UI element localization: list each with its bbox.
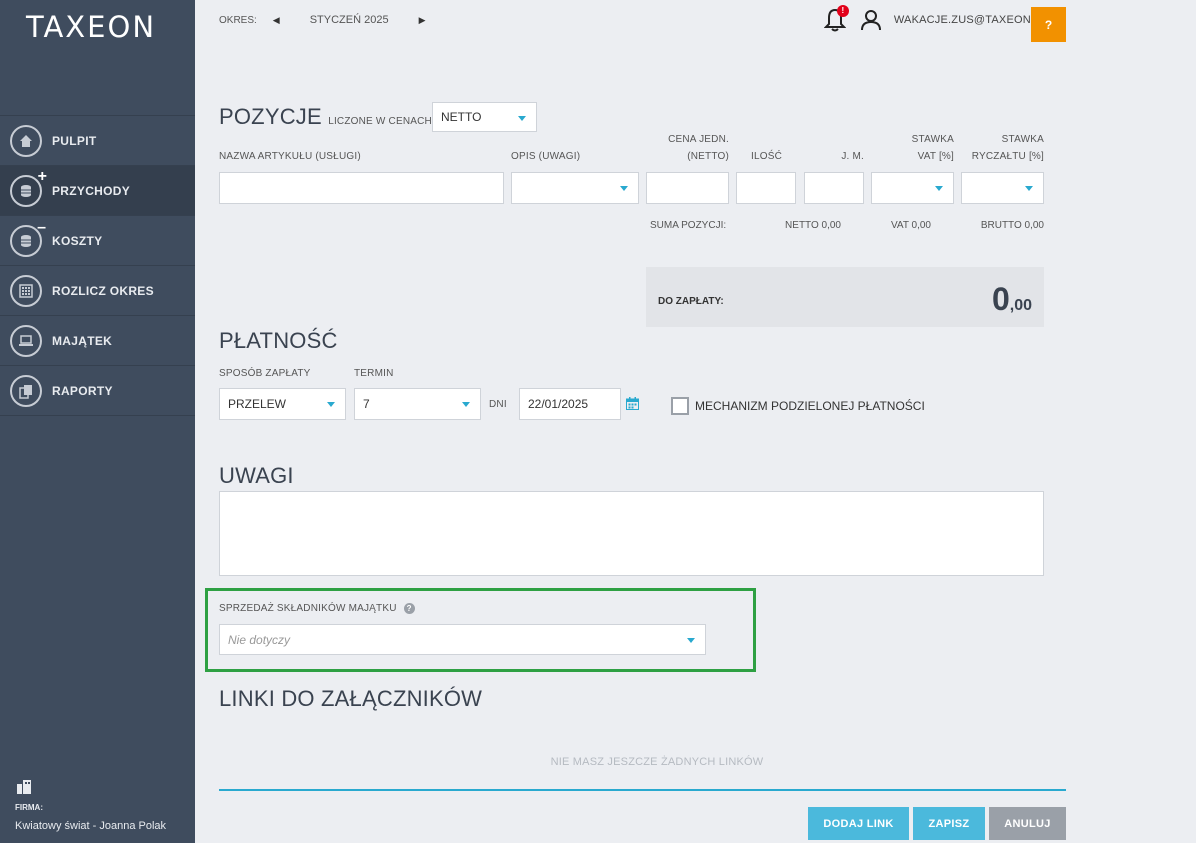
calculator-icon — [10, 274, 42, 307]
reports-icon — [10, 374, 42, 407]
item-desc-select[interactable] — [511, 172, 639, 204]
col-qty-label: ILOŚĆ — [750, 151, 782, 162]
positions-title: POZYCJE — [219, 104, 322, 129]
sum-label: SUMA POZYCJI: — [650, 220, 727, 231]
item-qty-input[interactable] — [736, 172, 796, 204]
payment-method-value: PRZELEW — [228, 397, 287, 411]
payment-term-select[interactable]: 7 — [354, 388, 481, 420]
col-vat-label-2: VAT [%] — [917, 151, 954, 162]
item-unit-input[interactable] — [804, 172, 864, 204]
col-desc-label: OPIS (UWAGI) — [511, 151, 581, 162]
user-icon[interactable] — [860, 9, 882, 31]
sidebar: TAXEON PULPIT + PRZYCHODY – KOSZTY ROZLI… — [0, 0, 195, 843]
firm-name: Kwiatowy świat - Joanna Polak — [15, 820, 167, 832]
coins-plus-icon: + — [10, 168, 47, 207]
app-logo[interactable]: TAXEON — [26, 10, 156, 44]
sidebar-item-label: RAPORTY — [52, 383, 113, 398]
to-pay-amount: 0,00 — [991, 281, 1032, 317]
positions-heading: POZYCJE LICZONE W CENACH — [219, 104, 432, 130]
sum-netto: NETTO 0,00 — [785, 220, 841, 231]
sidebar-item-pulpit[interactable]: PULPIT — [0, 116, 195, 166]
assets-select[interactable]: Nie dotyczy — [219, 624, 706, 655]
calendar-icon[interactable] — [626, 397, 639, 410]
links-title: LINKI DO ZAŁĄCZNIKÓW — [219, 686, 483, 711]
sidebar-item-label: KOSZTY — [52, 233, 103, 248]
period-prev-icon[interactable]: ◀ — [273, 15, 280, 26]
help-icon[interactable]: ? — [403, 603, 415, 614]
home-icon — [10, 124, 42, 157]
price-mode-value: NETTO — [441, 110, 482, 124]
sidebar-item-raporty[interactable]: RAPORTY — [0, 366, 195, 416]
laptop-icon — [10, 324, 42, 357]
notes-title: UWAGI — [219, 463, 294, 488]
notes-textarea[interactable] — [219, 491, 1044, 576]
help-button[interactable]: ? — [1031, 7, 1066, 42]
item-lump-select[interactable] — [961, 172, 1044, 204]
firm-label: FIRMA: — [15, 803, 43, 812]
notification-badge: ! — [836, 5, 849, 17]
col-name-label: NAZWA ARTYKUŁU (USŁUGI) — [219, 151, 361, 162]
sum-vat: VAT 0,00 — [890, 220, 931, 231]
positions-subtitle: LICZONE W CENACH — [328, 116, 432, 127]
split-payment-label[interactable]: MECHANIZM PODZIELONEJ PŁATNOŚCI — [695, 399, 925, 413]
chevron-down-icon — [620, 186, 628, 191]
assets-placeholder: Nie dotyczy — [228, 632, 291, 647]
period-next-icon[interactable]: ▶ — [419, 15, 426, 26]
payment-term-value: 7 — [363, 397, 370, 411]
chevron-down-icon — [687, 638, 695, 643]
building-icon — [15, 778, 166, 799]
col-lump-label-1: STAWKA — [1001, 134, 1044, 145]
notifications-bell-icon[interactable]: ! — [823, 5, 849, 33]
price-mode-select[interactable]: NETTO — [432, 102, 537, 132]
col-price-label-1: CENA JEDN. — [668, 134, 729, 145]
chevron-down-icon — [327, 402, 335, 407]
split-payment-checkbox[interactable] — [671, 397, 689, 415]
add-link-button[interactable]: DODAJ LINK — [808, 807, 909, 840]
item-price-input[interactable] — [646, 172, 729, 204]
col-lump-label-2: RYCZAŁTU [%] — [971, 151, 1044, 162]
save-button[interactable]: ZAPISZ — [913, 807, 985, 840]
coins-minus-icon: – — [10, 219, 46, 257]
days-label: DNI — [489, 399, 507, 410]
cancel-button[interactable]: ANULUJ — [989, 807, 1066, 840]
to-pay-label: DO ZAPŁATY: — [658, 296, 724, 307]
payment-date-input[interactable]: 22/01/2025 — [519, 388, 621, 420]
sidebar-item-label: ROZLICZ OKRES — [52, 283, 154, 298]
sidebar-item-przychody[interactable]: + PRZYCHODY — [0, 166, 195, 216]
sidebar-item-label: PRZYCHODY — [52, 183, 131, 198]
period-selector: OKRES: ◀ STYCZEŃ 2025 ▶ — [219, 14, 426, 26]
assets-label-text: SPRZEDAŻ SKŁADNIKÓW MAJĄTKU — [219, 603, 397, 615]
payment-method-label: SPOSÓB ZAPŁATY — [219, 368, 311, 379]
user-bar: ! WAKACJE.ZUS@TAXEON.PL — [823, 5, 1066, 33]
item-name-input[interactable] — [219, 172, 504, 204]
chevron-down-icon — [518, 116, 526, 121]
period-label: OKRES: — [219, 14, 257, 26]
sidebar-item-majatek[interactable]: MAJĄTEK — [0, 316, 195, 366]
col-unit-label: J. M. — [841, 151, 864, 162]
col-vat-label-1: STAWKA — [911, 134, 954, 145]
no-links-message: NIE MASZ JESZCZE ŻADNYCH LINKÓW — [550, 756, 764, 768]
sidebar-item-label: PULPIT — [52, 133, 97, 148]
payment-title: PŁATNOŚĆ — [219, 328, 338, 353]
payment-method-select[interactable]: PRZELEW — [219, 388, 346, 420]
links-divider — [219, 789, 1066, 791]
col-price-label-2: (NETTO) — [687, 151, 729, 162]
sum-brutto: BRUTTO 0,00 — [980, 220, 1044, 231]
sidebar-item-label: MAJĄTEK — [52, 333, 113, 348]
sidebar-nav: PULPIT + PRZYCHODY – KOSZTY ROZLICZ OKRE… — [0, 115, 195, 416]
item-vat-select[interactable] — [871, 172, 954, 204]
sidebar-item-rozlicz-okres[interactable]: ROZLICZ OKRES — [0, 266, 195, 316]
chevron-down-icon — [935, 186, 943, 191]
to-pay-box: DO ZAPŁATY: 0,00 — [646, 267, 1044, 327]
assets-label: SPRZEDAŻ SKŁADNIKÓW MAJĄTKU ? — [219, 603, 415, 614]
firm-info: FIRMA: Kwiatowy świat - Joanna Polak — [15, 778, 166, 832]
payment-date-value: 22/01/2025 — [528, 397, 589, 411]
user-email[interactable]: WAKACJE.ZUS@TAXEON.PL — [894, 14, 1048, 26]
chevron-down-icon — [462, 402, 470, 407]
payment-term-label: TERMIN — [354, 368, 394, 379]
chevron-down-icon — [1025, 186, 1033, 191]
period-value: STYCZEŃ 2025 — [309, 14, 389, 26]
sidebar-item-koszty[interactable]: – KOSZTY — [0, 216, 195, 266]
